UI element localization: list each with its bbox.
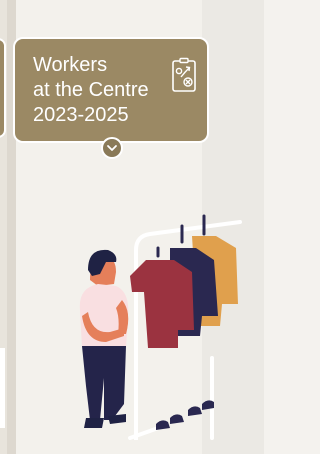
shoes [156, 400, 214, 430]
expand-button[interactable] [101, 137, 123, 159]
card-title-line-3: 2023-2025 [33, 104, 129, 126]
person-browsing-clothing-rack-illustration [79, 214, 242, 440]
card-title-line-1: Workers [33, 54, 108, 76]
strategy-board-icon [172, 57, 196, 92]
previous-card-edge[interactable] [0, 38, 6, 138]
card-title-line-2: at the Centre [33, 79, 149, 101]
chevron-down-icon [107, 145, 117, 151]
card-title: Workers at the Centre 2023-2025 [33, 53, 163, 128]
workers-at-the-centre-card[interactable]: Workers at the Centre 2023-2025 [13, 37, 209, 143]
left-panel-highlight [0, 348, 5, 428]
person [79, 249, 129, 428]
